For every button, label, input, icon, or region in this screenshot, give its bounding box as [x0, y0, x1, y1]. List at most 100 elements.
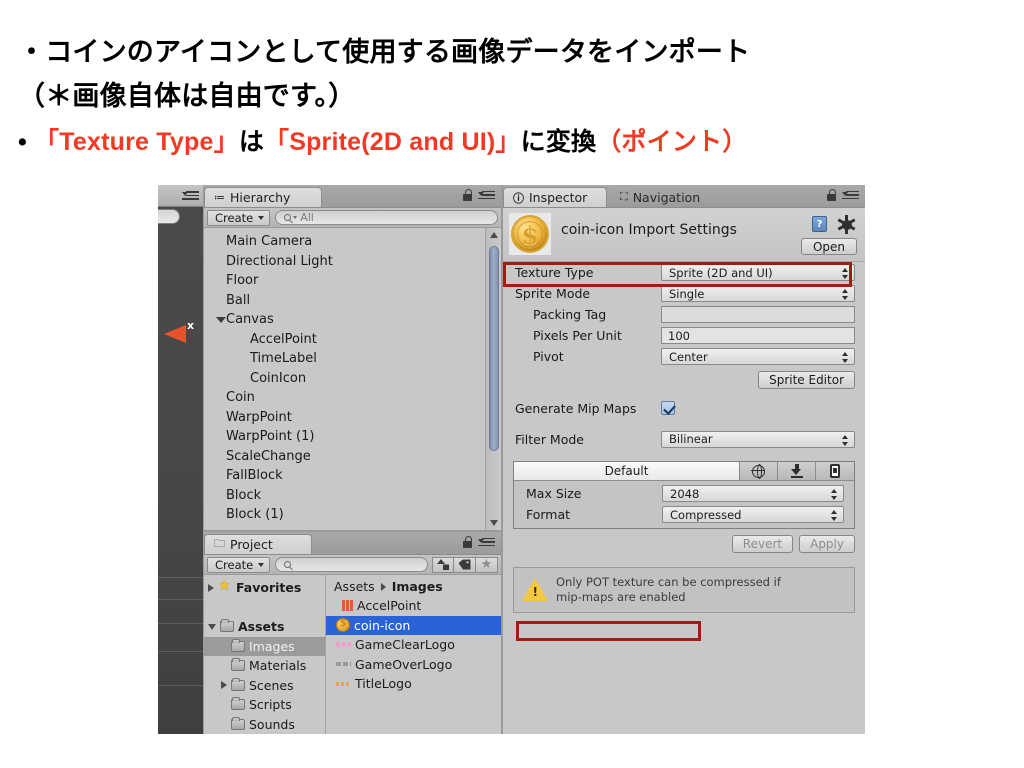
hierarchy-list-icon: ≔	[214, 191, 225, 204]
packing-tag-input[interactable]	[661, 306, 855, 323]
project-menu-icon[interactable]	[478, 537, 495, 547]
hierarchy-item-warppoint[interactable]: WarpPoint	[204, 408, 485, 428]
hierarchy-item-floor[interactable]: Floor	[204, 271, 485, 291]
hierarchy-item-label: TimeLabel	[250, 351, 317, 367]
download-icon	[790, 464, 803, 478]
hierarchy-item-accelpoint[interactable]: AccelPoint	[204, 330, 485, 350]
hierarchy-menu-icon[interactable]	[478, 190, 495, 200]
tab-inspector[interactable]: ⓘ Inspector	[503, 187, 607, 207]
revert-button[interactable]: Revert	[731, 535, 794, 553]
inspector-menu-icon[interactable]	[842, 190, 859, 200]
star-icon: ★	[218, 578, 231, 595]
file-row-coin-icon[interactable]: coin-icon	[326, 615, 501, 635]
hierarchy-item-list[interactable]: Main Camera Directional Light Floor Ball Can…	[204, 228, 485, 530]
stepper-arrows-icon	[831, 509, 838, 522]
chevron-right-icon[interactable]	[208, 583, 214, 592]
folder-icon	[220, 619, 234, 633]
project-tree-materials[interactable]: Materials	[204, 656, 325, 676]
max-size-value: 2048	[670, 486, 700, 501]
hierarchy-item-label: Block	[226, 487, 262, 503]
headline-line-1: ・コインのアイコンとして使用する画像データをインポート	[18, 37, 751, 67]
project-tree-scripts[interactable]: Scripts	[204, 695, 325, 715]
project-tree-scenes[interactable]: Scenes	[204, 676, 325, 696]
hierarchy-create-button[interactable]: Create	[207, 209, 271, 226]
tab-navigation[interactable]: ⛶ Navigation	[611, 187, 712, 207]
filter-favorites-icon[interactable]: ★	[476, 556, 498, 573]
sprite-editor-button[interactable]: Sprite Editor	[758, 371, 855, 389]
scrollbar-thumb[interactable]	[489, 246, 499, 451]
project-tree-spacer	[204, 598, 325, 618]
scene-panel-menu-icon[interactable]	[182, 191, 199, 200]
hierarchy-item-coinicon[interactable]: CoinIcon	[204, 369, 485, 389]
scene-view-sliver[interactable]: x	[158, 207, 203, 734]
hierarchy-item-scalechange[interactable]: ScaleChange	[204, 447, 485, 467]
file-row-gameclearlogo[interactable]: GameClearLogo	[326, 635, 501, 655]
sprite-term: 「Sprite(2D and UI)」	[264, 128, 521, 156]
breadcrumb-assets[interactable]: Assets	[334, 579, 375, 594]
hierarchy-item-label: AccelPoint	[250, 331, 317, 347]
filter-mode-dropdown[interactable]: Bilinear	[661, 430, 855, 448]
hierarchy-item-block[interactable]: Block	[204, 486, 485, 506]
search-icon	[284, 214, 292, 221]
lock-icon[interactable]	[463, 189, 472, 201]
project-tree-favorites[interactable]: ★ Favorites	[204, 578, 325, 598]
scroll-down-arrow-icon[interactable]	[490, 520, 498, 526]
project-tree-images[interactable]: Images	[204, 636, 325, 656]
navigation-icon: ⛶	[620, 190, 628, 203]
hierarchy-item-timelabel[interactable]: TimeLabel	[204, 349, 485, 369]
hierarchy-scrollbar[interactable]	[485, 228, 501, 530]
sprite-editor-row: Sprite Editor	[503, 367, 865, 393]
breadcrumb-images[interactable]: Images	[392, 579, 443, 594]
platform-tab-default[interactable]: Default	[514, 462, 740, 480]
project-search-input[interactable]	[275, 557, 428, 572]
hierarchy-item-coin[interactable]: Coin	[204, 388, 485, 408]
filter-by-label-icon[interactable]	[454, 556, 476, 573]
help-icon[interactable]: ?	[812, 216, 827, 232]
hierarchy-item-block-1[interactable]: Block (1)	[204, 505, 485, 525]
scroll-up-arrow-icon[interactable]	[490, 232, 498, 238]
tab-project[interactable]: 🗀 Project	[204, 534, 312, 554]
file-row-titlelogo[interactable]: TitleLogo	[326, 674, 501, 694]
scene-panel-tabstrip	[158, 185, 203, 207]
platform-tab-standalone[interactable]	[778, 462, 816, 480]
pixels-per-unit-input[interactable]: 100	[661, 327, 855, 344]
texture-type-control: Sprite (2D and UI)	[661, 264, 855, 281]
platform-tab-mobile[interactable]	[816, 462, 854, 480]
project-create-button[interactable]: Create	[207, 556, 271, 573]
project-tree-sounds[interactable]: Sounds	[204, 715, 325, 735]
chevron-right-icon[interactable]	[221, 681, 227, 690]
open-button-label: Open	[812, 239, 845, 254]
pixels-per-unit-value: 100	[668, 328, 690, 343]
lock-icon[interactable]	[463, 536, 472, 548]
generate-mip-maps-checkbox[interactable]	[661, 401, 675, 415]
apply-button[interactable]: Apply	[799, 535, 855, 553]
project-file-list[interactable]: Assets Images AccelPoint coin-icon GameCle…	[326, 575, 501, 734]
hierarchy-item-fallblock[interactable]: FallBlock	[204, 466, 485, 486]
project-folder-tree[interactable]: ★ Favorites Assets Images Materials Scenes Scr…	[204, 575, 326, 734]
scene-search-field[interactable]	[158, 209, 180, 224]
hierarchy-item-warppoint-1[interactable]: WarpPoint (1)	[204, 427, 485, 447]
hierarchy-item-main-camera[interactable]: Main Camera	[204, 232, 485, 252]
platform-tab-web[interactable]	[740, 462, 778, 480]
sprite-mode-dropdown[interactable]: Single	[661, 285, 855, 302]
pivot-dropdown[interactable]: Center	[661, 348, 855, 365]
open-button[interactable]: Open	[800, 238, 857, 255]
gear-icon[interactable]	[837, 215, 856, 234]
chevron-down-icon[interactable]	[216, 316, 226, 323]
hierarchy-item-ball[interactable]: Ball	[204, 291, 485, 311]
filter-by-type-icon[interactable]	[432, 556, 454, 573]
file-row-label: AccelPoint	[357, 598, 422, 614]
project-tree-assets[interactable]: Assets	[204, 617, 325, 637]
breadcrumb-separator-icon	[380, 582, 386, 591]
hierarchy-item-directional-light[interactable]: Directional Light	[204, 252, 485, 272]
format-dropdown[interactable]: Compressed	[662, 506, 844, 523]
lock-icon[interactable]	[827, 189, 836, 201]
tab-hierarchy[interactable]: ≔ Hierarchy	[204, 187, 322, 207]
file-row-accelpoint[interactable]: AccelPoint	[326, 596, 501, 616]
max-size-dropdown[interactable]: 2048	[662, 485, 844, 502]
hierarchy-item-canvas[interactable]: Canvas	[204, 310, 485, 330]
chevron-down-icon[interactable]	[208, 623, 216, 630]
file-row-gameoverlogo[interactable]: GameOverLogo	[326, 655, 501, 675]
hierarchy-search-input[interactable]: All	[275, 210, 498, 225]
texture-type-dropdown[interactable]: Sprite (2D and UI)	[661, 264, 855, 281]
